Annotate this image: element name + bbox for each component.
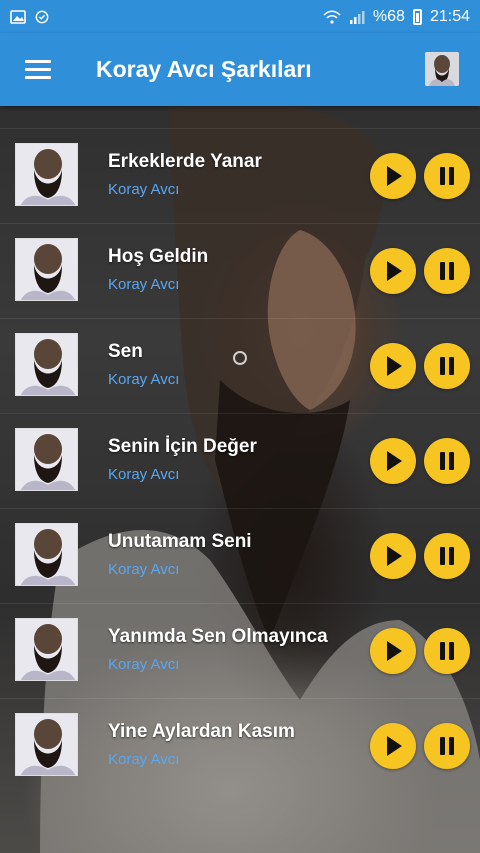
pause-button[interactable] [424, 153, 470, 199]
song-title: Sen [108, 341, 143, 362]
song-artist: Koray Avcı [108, 371, 180, 388]
play-icon [387, 166, 402, 186]
pause-icon [449, 262, 454, 280]
song-row-partial [0, 106, 480, 108]
hamburger-menu-icon[interactable] [25, 59, 51, 80]
pause-icon [449, 357, 454, 375]
song-row[interactable]: Hoş Geldin Koray Avcı [0, 223, 480, 319]
wifi-icon [323, 10, 341, 24]
song-row[interactable]: Unutamam Seni Koray Avcı [0, 508, 480, 604]
status-bar: %68 21:54 [0, 0, 480, 33]
song-title: Senin İçin Değer [108, 436, 257, 457]
app-title: Koray Avcı Şarkıları [96, 56, 312, 82]
song-artist: Koray Avcı [108, 276, 180, 293]
song-row[interactable]: Yine Aylardan Kasım Koray Avcı [0, 698, 480, 794]
pause-button[interactable] [424, 533, 470, 579]
song-title: Yanımda Sen Olmayınca [108, 626, 328, 647]
pause-icon [449, 737, 454, 755]
signal-icon [349, 10, 365, 24]
pause-button[interactable] [424, 723, 470, 769]
pause-icon [449, 167, 454, 185]
pause-button[interactable] [424, 438, 470, 484]
battery-percentage: %68 [372, 7, 405, 25]
play-button[interactable] [370, 723, 416, 769]
pause-icon [449, 452, 454, 470]
artist-avatar[interactable] [425, 52, 459, 86]
play-button[interactable] [370, 628, 416, 674]
play-icon [387, 736, 402, 756]
gallery-icon [10, 9, 26, 24]
song-thumbnail [15, 713, 78, 776]
song-artist: Koray Avcı [108, 751, 180, 768]
song-list: Erkeklerde Yanar Koray Avcı Hoş Geldin K… [0, 106, 480, 853]
app-bar: Koray Avcı Şarkıları [0, 33, 480, 106]
song-thumbnail [15, 618, 78, 681]
play-button[interactable] [370, 153, 416, 199]
song-artist: Koray Avcı [108, 466, 180, 483]
pause-icon [449, 547, 454, 565]
song-row[interactable]: Sen Koray Avcı [0, 318, 480, 414]
play-button[interactable] [370, 533, 416, 579]
song-artist: Koray Avcı [108, 561, 180, 578]
song-row[interactable]: Erkeklerde Yanar Koray Avcı [0, 128, 480, 224]
play-button[interactable] [370, 438, 416, 484]
song-thumbnail [15, 523, 78, 586]
play-icon [387, 451, 402, 471]
pause-button[interactable] [424, 248, 470, 294]
song-title: Unutamam Seni [108, 531, 252, 552]
status-time: 21:54 [429, 7, 470, 25]
pause-icon [449, 642, 454, 660]
song-thumbnail [15, 428, 78, 491]
song-thumbnail [15, 238, 78, 301]
play-button[interactable] [370, 343, 416, 389]
battery-icon [412, 8, 422, 25]
play-button[interactable] [370, 248, 416, 294]
play-icon [387, 356, 402, 376]
play-icon [387, 261, 402, 281]
song-row[interactable]: Yanımda Sen Olmayınca Koray Avcı [0, 603, 480, 699]
play-icon [387, 546, 402, 566]
play-icon [387, 641, 402, 661]
song-title: Erkeklerde Yanar [108, 151, 262, 172]
song-artist: Koray Avcı [108, 656, 180, 673]
song-thumbnail [15, 333, 78, 396]
shield-check-icon [35, 10, 49, 23]
song-thumbnail [15, 143, 78, 206]
pause-button[interactable] [424, 343, 470, 389]
song-row[interactable]: Senin İçin Değer Koray Avcı [0, 413, 480, 509]
song-title: Hoş Geldin [108, 246, 209, 267]
song-title: Yine Aylardan Kasım [108, 721, 295, 742]
pause-button[interactable] [424, 628, 470, 674]
song-artist: Koray Avcı [108, 181, 180, 198]
